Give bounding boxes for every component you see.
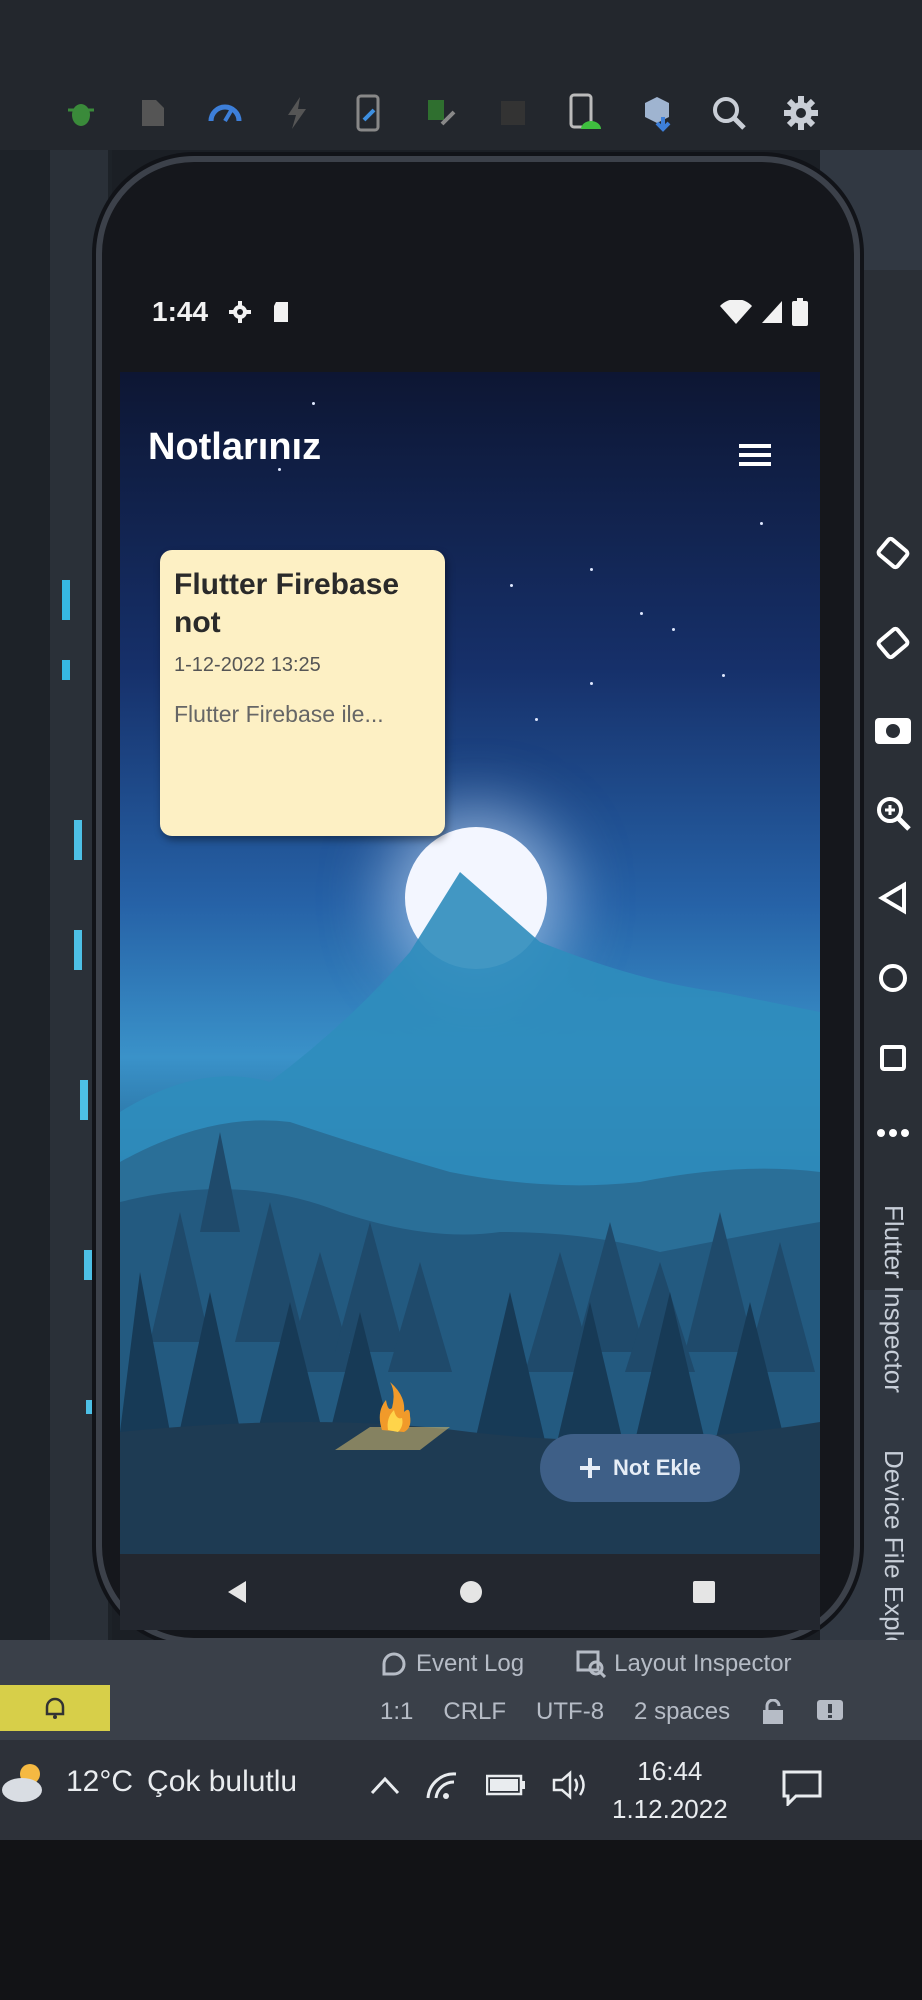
app-title: Notlarınız	[148, 426, 322, 468]
note-title: Flutter Firebase not	[174, 568, 400, 639]
taskbar-clock[interactable]: 16:44 1.12.2022	[612, 1752, 728, 1828]
note-preview: Flutter Firebase ile...	[174, 701, 384, 727]
wifi-icon	[720, 300, 752, 324]
flash-icon[interactable]	[276, 92, 318, 134]
file-encoding[interactable]: UTF-8	[536, 1698, 604, 1726]
hamburger-icon	[739, 444, 771, 466]
change-marker	[74, 930, 82, 970]
change-marker	[86, 1400, 94, 1414]
change-marker	[62, 660, 70, 680]
note-date: 1-12-2022 13:25	[174, 654, 321, 676]
settings-icon[interactable]	[780, 92, 822, 134]
back-icon[interactable]	[870, 875, 916, 921]
cell-signal-icon	[762, 301, 782, 323]
sd-card-icon	[274, 302, 289, 322]
system-tray	[370, 1770, 588, 1800]
battery-icon	[792, 298, 808, 326]
nav-home-icon[interactable]	[458, 1579, 484, 1605]
line-separator[interactable]: CRLF	[443, 1698, 506, 1726]
cursor-position[interactable]: 1:1	[380, 1698, 413, 1726]
bell-icon	[45, 1697, 65, 1719]
more-icon[interactable]	[870, 1110, 916, 1156]
editor-gutter: g e	[0, 150, 120, 1690]
lock-icon[interactable]	[760, 1699, 786, 1725]
weather-description: Çok bulutlu	[147, 1765, 298, 1798]
stop-icon[interactable]	[492, 92, 534, 134]
add-note-label: Not Ekle	[612, 1455, 702, 1480]
sdk-manager-icon[interactable]	[636, 92, 678, 134]
android-nav-bar	[120, 1554, 820, 1630]
bug-icon[interactable]	[60, 92, 102, 134]
plus-icon	[579, 1458, 600, 1478]
rotate-right-icon[interactable]	[870, 620, 916, 666]
device-manager-icon[interactable]	[564, 92, 606, 134]
ide-status-bar: Event Log Layout Inspector 1:1 CRLF UTF-…	[0, 1640, 922, 1740]
rotate-left-icon[interactable]	[870, 530, 916, 576]
event-log-icon	[382, 1652, 406, 1676]
windows-taskbar: 12°C Çok bulutlu 16:44 1.12.2022	[0, 1740, 922, 1840]
change-marker	[62, 580, 70, 620]
clock-date: 1.12.2022	[612, 1794, 728, 1824]
menu-button[interactable]	[732, 432, 778, 478]
temperature: 12°C	[66, 1765, 134, 1798]
status-time: 1:44	[152, 296, 209, 327]
home-icon[interactable]	[870, 955, 916, 1001]
search-icon[interactable]	[708, 92, 750, 134]
indent-setting[interactable]: 2 spaces	[634, 1698, 730, 1726]
notifications-icon[interactable]	[816, 1699, 844, 1725]
clock-time: 16:44	[637, 1756, 703, 1786]
ide-notification-bell[interactable]	[0, 1685, 110, 1731]
settings-status-icon	[229, 301, 252, 323]
volume-icon[interactable]	[552, 1770, 588, 1800]
hot-reload-icon[interactable]	[348, 92, 390, 134]
note-card[interactable]: Flutter Firebase not 1-12-2022 13:25 Flu…	[160, 550, 445, 836]
change-marker	[74, 820, 82, 860]
ide-toolbar	[60, 78, 922, 148]
layout-inspector-item[interactable]: Layout Inspector	[576, 1650, 792, 1678]
emulator-phone-frame: 1:44 Notlarınız Flutter Firebase not 1-1…	[102, 162, 854, 1638]
ide-toolbar-area	[0, 0, 922, 150]
layout-inspector-icon	[576, 1650, 607, 1678]
weather-widget[interactable]: 12°C Çok bulutlu	[0, 1760, 297, 1804]
event-log-item[interactable]: Event Log	[380, 1650, 524, 1678]
battery-tray-icon[interactable]	[486, 1773, 526, 1797]
add-note-button[interactable]: Not Ekle	[540, 1434, 740, 1502]
flutter-inspector-tab[interactable]: Flutter Inspector	[878, 1205, 909, 1393]
device-file-explorer-tab[interactable]: Device File Explor	[878, 1450, 909, 1660]
nav-overview-icon[interactable]	[692, 1580, 716, 1604]
monitor-bezel	[0, 1840, 922, 2000]
android-status-bar: 1:44	[144, 274, 814, 350]
gauge-icon[interactable]	[204, 92, 246, 134]
profile-icon[interactable]	[132, 92, 174, 134]
camera-icon[interactable]	[870, 705, 916, 751]
cloud-sun-icon	[2, 1764, 42, 1802]
change-marker	[80, 1080, 88, 1120]
overview-icon[interactable]	[870, 1035, 916, 1081]
editor-code-strip	[50, 150, 108, 1690]
layout-inspector-label: Layout Inspector	[614, 1650, 792, 1677]
action-center-icon[interactable]	[782, 1770, 822, 1806]
attach-icon[interactable]	[420, 92, 462, 134]
change-marker	[84, 1250, 92, 1280]
app-screen: Notlarınız Flutter Firebase not 1-12-202…	[120, 372, 820, 1554]
zoom-icon[interactable]	[870, 790, 916, 836]
event-log-label: Event Log	[416, 1650, 525, 1677]
network-icon[interactable]	[426, 1770, 460, 1800]
chevron-up-icon[interactable]	[370, 1775, 400, 1795]
nav-back-icon[interactable]	[224, 1579, 250, 1605]
